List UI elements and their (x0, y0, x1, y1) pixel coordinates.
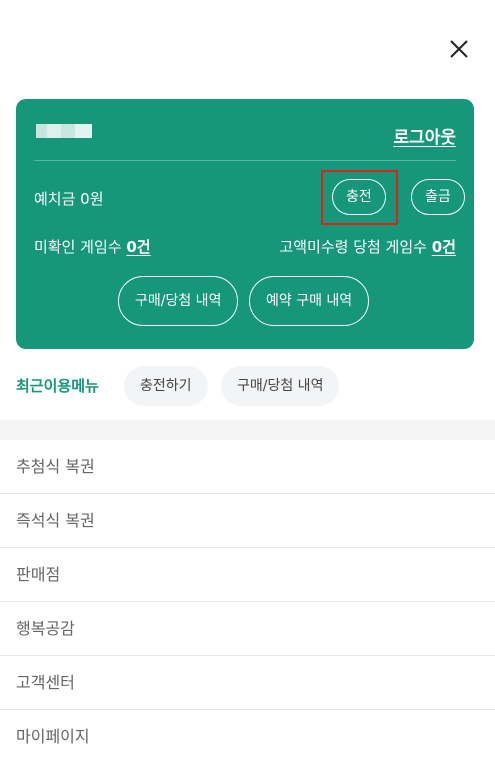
menu-item-store[interactable]: 판매점 (0, 548, 495, 602)
high-prize-count-link[interactable]: 0건 (432, 238, 456, 256)
card-divider (34, 160, 456, 161)
recent-chip-charge[interactable]: 충전하기 (124, 366, 208, 406)
withdraw-button[interactable]: 출금 (411, 179, 465, 215)
recent-menu-label: 최근이용메뉴 (16, 377, 99, 395)
logout-link[interactable]: 로그아웃 (393, 123, 456, 148)
menu-item-customer-center[interactable]: 고객센터 (0, 656, 495, 710)
purchase-history-button[interactable]: 구매/당첨 내역 (118, 276, 239, 326)
close-icon (450, 40, 468, 58)
menu-item-happy-share[interactable]: 행복공감 (0, 602, 495, 656)
menu-item-instant-lottery[interactable]: 즉석식 복권 (0, 494, 495, 548)
deposit-balance: 예치금 0원 (34, 190, 104, 208)
unconfirmed-label: 미확인 게임수 (34, 238, 122, 256)
unconfirmed-games: 미확인 게임수 0건 (34, 236, 151, 257)
unconfirmed-count-link[interactable]: 0건 (126, 238, 150, 256)
close-button[interactable] (447, 37, 471, 61)
account-card: 로그아웃 예치금 0원 충전 출금 미확인 게임수 0건 고액미수령 당첨 게임… (16, 99, 474, 349)
user-name-blurred (36, 124, 92, 138)
reserve-history-button[interactable]: 예약 구매 내역 (249, 276, 370, 326)
menu-item-draw-lottery[interactable]: 추첨식 복권 (0, 440, 495, 494)
recent-chip-history[interactable]: 구매/당첨 내역 (221, 366, 340, 406)
main-menu: 추첨식 복권 즉석식 복권 판매점 행복공감 고객센터 마이페이지 (0, 440, 495, 761)
section-divider (0, 420, 495, 440)
high-prize-games: 고액미수령 당첨 게임수 0건 (279, 236, 456, 257)
menu-item-my-page[interactable]: 마이페이지 (0, 710, 495, 761)
charge-button[interactable]: 충전 (332, 179, 386, 215)
high-prize-label: 고액미수령 당첨 게임수 (279, 238, 427, 256)
